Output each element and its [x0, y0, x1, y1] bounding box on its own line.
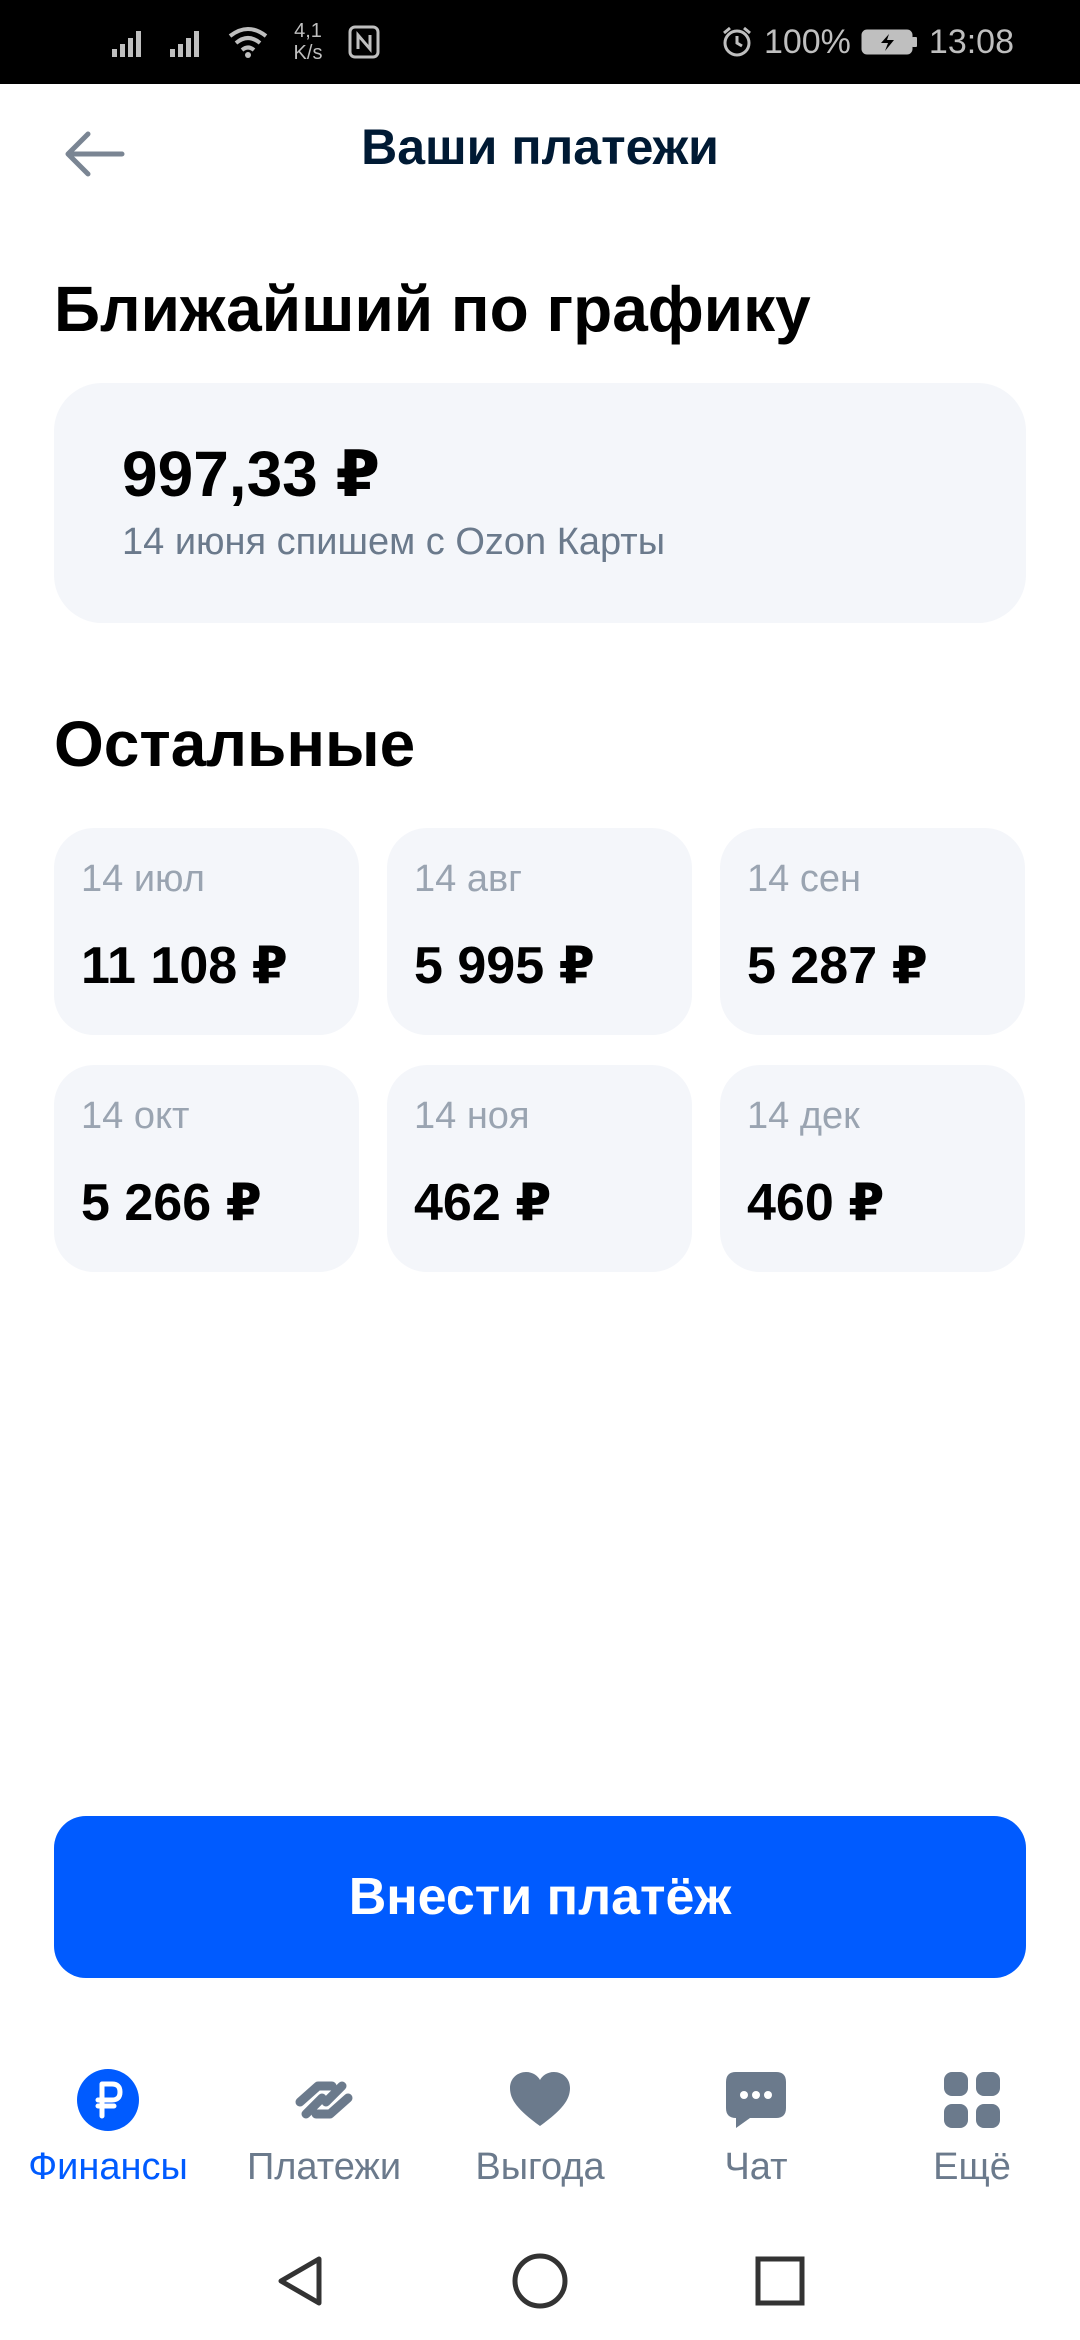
payment-date: 14 ноя — [414, 1095, 530, 1137]
payment-date: 14 дек — [747, 1095, 860, 1137]
circle-home-icon — [512, 2253, 568, 2309]
payments-grid: 14 июл 11 108 ₽ 14 авг 5 995 ₽ 14 сен 5 … — [54, 828, 1026, 1272]
signal-strength-icon — [112, 27, 148, 57]
payment-date: 14 авг — [414, 858, 523, 900]
payment-amount: 462 ₽ — [414, 1174, 552, 1232]
make-payment-button[interactable]: Внести платёж — [54, 1816, 1026, 1978]
payment-date: 14 сен — [747, 858, 861, 900]
triangle-back-icon — [278, 2256, 322, 2306]
nav-item-payments[interactable]: Платежи — [216, 2060, 432, 2210]
nav-label-chat: Чат — [724, 2146, 788, 2188]
nav-label-more: Ещё — [933, 2146, 1011, 2188]
payment-tile[interactable]: 14 июл 11 108 ₽ — [54, 828, 359, 1035]
payment-amount: 5 995 ₽ — [414, 937, 595, 995]
wifi-icon — [228, 26, 268, 58]
clock-time: 13:08 — [928, 22, 1014, 61]
signal-strength-2-icon — [170, 27, 206, 57]
status-bar: 4,1 K/s 100% 13:08 — [0, 0, 1080, 84]
battery-percent: 100% — [763, 22, 851, 61]
payment-amount: 5 287 ₽ — [747, 937, 928, 995]
nav-label-payments: Платежи — [246, 2146, 402, 2188]
nav-item-benefits[interactable]: Выгода — [432, 2060, 648, 2210]
payment-amount: 5 266 ₽ — [81, 1174, 262, 1232]
battery-charging-icon — [861, 28, 919, 56]
nav-item-chat[interactable]: Чат — [648, 2060, 864, 2210]
status-right: 100% 13:08 — [720, 18, 1014, 66]
payment-amount: 11 108 ₽ — [81, 937, 288, 995]
square-recents-icon — [755, 2256, 805, 2306]
page-title: Ваши платежи — [361, 119, 719, 175]
payment-tile[interactable]: 14 ноя 462 ₽ — [387, 1065, 692, 1272]
bottom-navigation: Финансы Платежи Выгода Чат Ещё — [0, 2060, 1080, 2210]
nfc-icon — [348, 25, 380, 59]
payment-tile[interactable]: 14 дек 460 ₽ — [720, 1065, 1025, 1272]
status-left: 4,1 K/s — [112, 18, 380, 66]
nav-item-more[interactable]: Ещё — [864, 2060, 1080, 2210]
chat-bubble-icon — [724, 2068, 788, 2132]
upcoming-heading: Ближайший по графику — [54, 273, 811, 345]
network-speed-unit: K/s — [293, 42, 323, 64]
upcoming-amount: 997,33 ₽ — [122, 438, 381, 510]
system-home-button[interactable] — [505, 2246, 575, 2316]
ruble-icon — [76, 2068, 140, 2132]
payment-amount: 460 ₽ — [747, 1174, 885, 1232]
payment-date: 14 окт — [81, 1095, 190, 1137]
payment-tile[interactable]: 14 авг 5 995 ₽ — [387, 828, 692, 1035]
transfer-arrows-icon — [292, 2068, 356, 2132]
nav-label-benefits: Выгода — [475, 2146, 605, 2188]
upcoming-note: 14 июня спишем с Ozon Карты — [122, 521, 666, 563]
heart-icon — [508, 2068, 572, 2132]
nav-label-finance: Финансы — [28, 2146, 188, 2188]
nav-item-finance[interactable]: Финансы — [0, 2060, 216, 2210]
app-header: Ваши платежи — [0, 84, 1080, 220]
payment-tile[interactable]: 14 окт 5 266 ₽ — [54, 1065, 359, 1272]
system-back-button[interactable] — [266, 2246, 336, 2316]
network-speed: 4,1 K/s — [290, 20, 326, 64]
alarm-icon — [720, 25, 754, 59]
others-heading: Остальные — [54, 708, 416, 780]
system-navigation-bar — [0, 2220, 1080, 2340]
system-recents-button[interactable] — [745, 2246, 815, 2316]
upcoming-payment-card[interactable]: 997,33 ₽ 14 июня спишем с Ozon Карты — [54, 383, 1026, 623]
payment-date: 14 июл — [81, 858, 205, 900]
payment-tile[interactable]: 14 сен 5 287 ₽ — [720, 828, 1025, 1035]
network-speed-value: 4,1 — [294, 20, 322, 42]
grid-icon — [940, 2068, 1004, 2132]
